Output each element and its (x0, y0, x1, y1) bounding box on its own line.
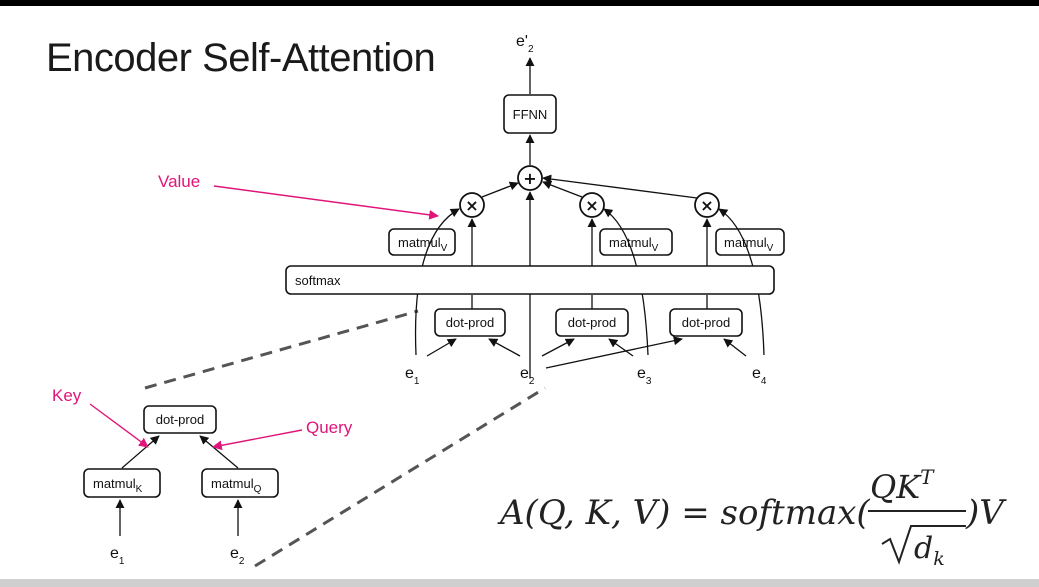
times-icon: × (465, 196, 478, 215)
detail-input-e1: e1 (110, 545, 125, 567)
times3-to-plus-arrow (542, 180, 583, 198)
input-e4: e4 (752, 365, 767, 387)
e2-to-dotprod3-arrow (541, 338, 575, 357)
query-annotation-arrow (212, 429, 303, 451)
formula-rhs: )V (965, 493, 1007, 533)
ffnn-label: FFNN (513, 107, 548, 122)
slide: Encoder Self-Attention e'2 FFNN + × × × … (0, 6, 1039, 587)
times4-to-plus-arrow (542, 174, 698, 199)
key-annotation: Key (52, 386, 82, 405)
value-annotation: Value (158, 172, 200, 191)
formula-lhs: A(Q, K, V) = softmax( (497, 493, 870, 533)
formula-numerator: QKT (870, 465, 935, 506)
dotprod-label-1: dot-prod (446, 315, 494, 330)
bottom-strip (0, 579, 1039, 587)
plus-icon: + (523, 169, 536, 188)
times1-to-plus-arrow (481, 181, 519, 198)
query-annotation: Query (306, 418, 353, 437)
softmax-label: softmax (295, 273, 341, 288)
softmax-box (285, 265, 775, 295)
value-annotation-arrow (213, 185, 439, 220)
e1-to-dotprod1-arrow (426, 338, 457, 357)
dotprod-label-4: dot-prod (682, 315, 730, 330)
input-e2: e2 (520, 365, 535, 387)
times-icon: × (585, 196, 598, 215)
attention-formula: A(Q, K, V) = softmax( QKT dk )V (497, 465, 1007, 570)
output-label: e'2 (516, 33, 534, 55)
key-annotation-arrow (89, 403, 149, 448)
detail-input-e2: e2 (230, 545, 245, 567)
formula-denominator: dk (914, 531, 945, 570)
e2-to-dotprod1-arrow (488, 338, 521, 357)
detail-dotprod-label: dot-prod (156, 412, 204, 427)
input-e3: e3 (637, 365, 652, 387)
input-e1: e1 (405, 365, 420, 387)
detail-q-to-dotprod-arrow (199, 435, 239, 469)
dotprod-label-3: dot-prod (568, 315, 616, 330)
zoom-guide-lower (254, 386, 546, 568)
attention-diagram: e'2 FFNN + × × × matmulV matmulV matmulV (52, 33, 1007, 570)
e4-to-dotprod4-arrow (723, 338, 747, 357)
times-icon: × (700, 196, 713, 215)
zoom-guide-upper (144, 309, 419, 390)
